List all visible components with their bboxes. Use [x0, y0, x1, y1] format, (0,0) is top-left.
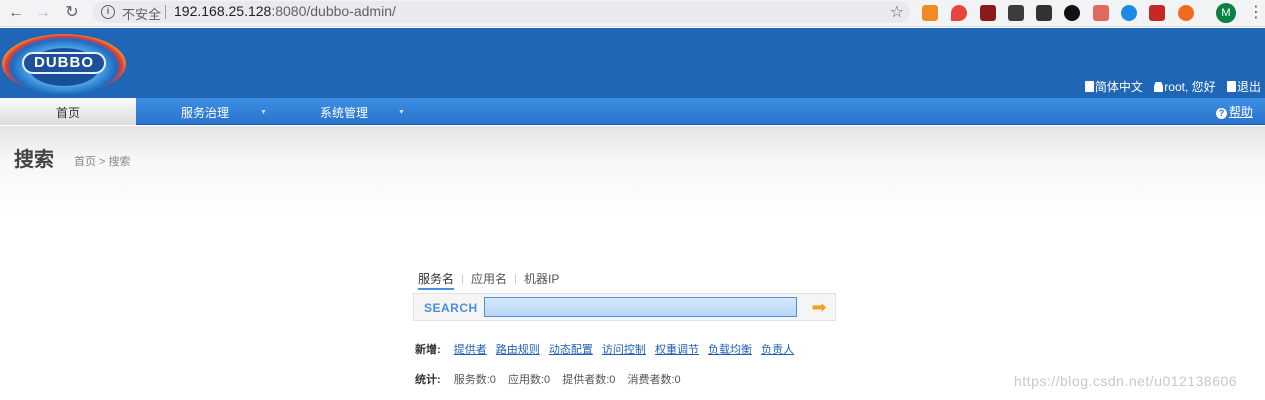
dubbo-logo[interactable]: DUBBO — [0, 30, 128, 96]
chevron-down-icon[interactable]: ▼ — [398, 109, 405, 116]
logo-text: DUBBO — [34, 54, 94, 71]
logo-badge: DUBBO — [22, 52, 106, 74]
create-override-link[interactable]: 动态配置 — [549, 344, 593, 356]
logout-icon — [1226, 81, 1236, 92]
tab-divider — [515, 274, 517, 284]
menu-item-home[interactable]: 首页 — [0, 98, 136, 125]
tab-application-name[interactable]: 应用名 — [471, 270, 507, 287]
chevron-down-icon[interactable]: ▼ — [260, 109, 267, 116]
language-link[interactable]: 简体中文 — [1084, 80, 1143, 94]
main-menu: 首页 服务治理 ▼ 系统管理 ▼ ? 帮助 — [0, 98, 1265, 125]
extension-icon[interactable] — [951, 5, 967, 21]
menu-item-system-management[interactable]: 系统管理 — [274, 98, 414, 125]
logout-link[interactable]: 退出 — [1226, 80, 1261, 94]
create-label: 新增: — [415, 344, 441, 356]
breadcrumb: 首页 > 搜索 — [74, 156, 131, 168]
extension-icon[interactable] — [1121, 5, 1137, 21]
extension-icon[interactable] — [922, 5, 938, 21]
tab-divider — [462, 274, 464, 284]
language-label: 简体中文 — [1094, 80, 1143, 94]
extension-icon[interactable] — [1093, 5, 1109, 21]
create-loadbalance-link[interactable]: 负载均衡 — [708, 344, 752, 356]
menu-item-service-governance[interactable]: 服务治理 — [136, 98, 274, 125]
stats-row: 统计: 服务数:0 应用数:0 提供者数:0 消费者数:0 — [415, 371, 690, 387]
create-route-link[interactable]: 路由规则 — [496, 344, 540, 356]
create-weight-link[interactable]: 权重调节 — [655, 344, 699, 356]
tab-service-name[interactable]: 服务名 — [418, 270, 455, 290]
search-box: SEARCH ➡ — [413, 293, 836, 321]
forward-arrow-icon[interactable]: → — [33, 3, 53, 23]
user-greeting: root, 您好 — [1154, 80, 1216, 94]
page-header: 搜索 首页 > 搜索 — [0, 126, 1265, 216]
search-input[interactable] — [484, 297, 797, 317]
help-link[interactable]: ? 帮助 — [1215, 98, 1253, 126]
stat-consumers: 消费者数:0 — [627, 374, 681, 386]
help-label: 帮助 — [1228, 105, 1253, 119]
extension-icon[interactable] — [1064, 5, 1080, 21]
browser-toolbar: ← → ↻ i 不安全 192.168.25.128:8080/dubbo-ad… — [0, 0, 1265, 27]
ublock-icon[interactable] — [980, 5, 996, 21]
stat-services: 服务数:0 — [453, 374, 496, 386]
url-path: :8080/dubbo-admin/ — [271, 3, 396, 19]
create-links-row: 新增: 提供者 路由规则 动态配置 访问控制 权重调节 负载均衡 负责人 — [415, 341, 800, 357]
menu-label: 系统管理 — [319, 106, 368, 120]
browser-menu-icon[interactable]: ⋮ — [1248, 3, 1264, 23]
url-host: 192.168.25.128 — [174, 3, 272, 19]
profile-avatar[interactable]: M — [1216, 3, 1236, 23]
app-header: DUBBO 简体中文 root, 您好 退出 — [0, 28, 1265, 98]
greeting-label: root, 您好 — [1164, 80, 1216, 94]
logout-label: 退出 — [1236, 80, 1261, 94]
create-provider-link[interactable]: 提供者 — [454, 344, 487, 356]
search-label: SEARCH — [424, 301, 478, 315]
user-icon — [1154, 82, 1164, 92]
stat-applications: 应用数:0 — [507, 374, 551, 386]
extension-icon[interactable] — [1008, 5, 1024, 21]
help-icon: ? — [1215, 108, 1227, 119]
stats-label: 统计: — [415, 374, 441, 386]
url-text[interactable]: 192.168.25.128:8080/dubbo-admin/ — [174, 3, 396, 19]
bookmark-star-icon[interactable]: ☆ — [890, 2, 904, 22]
create-owner-link[interactable]: 负责人 — [761, 344, 794, 356]
search-tabs: 服务名 应用名 机器IP — [418, 270, 565, 290]
info-icon[interactable]: i — [101, 5, 115, 19]
extension-icon[interactable] — [1036, 5, 1052, 21]
page-title: 搜索 — [14, 149, 54, 171]
omnibox-divider — [165, 5, 166, 19]
create-access-link[interactable]: 访问控制 — [602, 344, 646, 356]
reload-icon[interactable]: ↻ — [62, 3, 82, 23]
stat-providers: 提供者数:0 — [562, 374, 616, 386]
arrow-right-icon[interactable]: ➡ — [809, 298, 829, 316]
watermark: https://blog.csdn.net/u012138606 — [1014, 373, 1238, 389]
header-links: 简体中文 root, 您好 退出 — [1077, 78, 1261, 95]
insecure-label: 不安全 — [122, 7, 162, 22]
menu-label: 服务治理 — [180, 106, 229, 120]
tab-machine-ip[interactable]: 机器IP — [524, 270, 559, 287]
extension-icon[interactable] — [1178, 5, 1194, 21]
back-arrow-icon[interactable]: ← — [6, 3, 26, 23]
extension-icon[interactable] — [1149, 5, 1165, 21]
document-icon — [1084, 81, 1094, 92]
address-bar[interactable]: i 不安全 192.168.25.128:8080/dubbo-admin/ ☆ — [93, 1, 910, 23]
